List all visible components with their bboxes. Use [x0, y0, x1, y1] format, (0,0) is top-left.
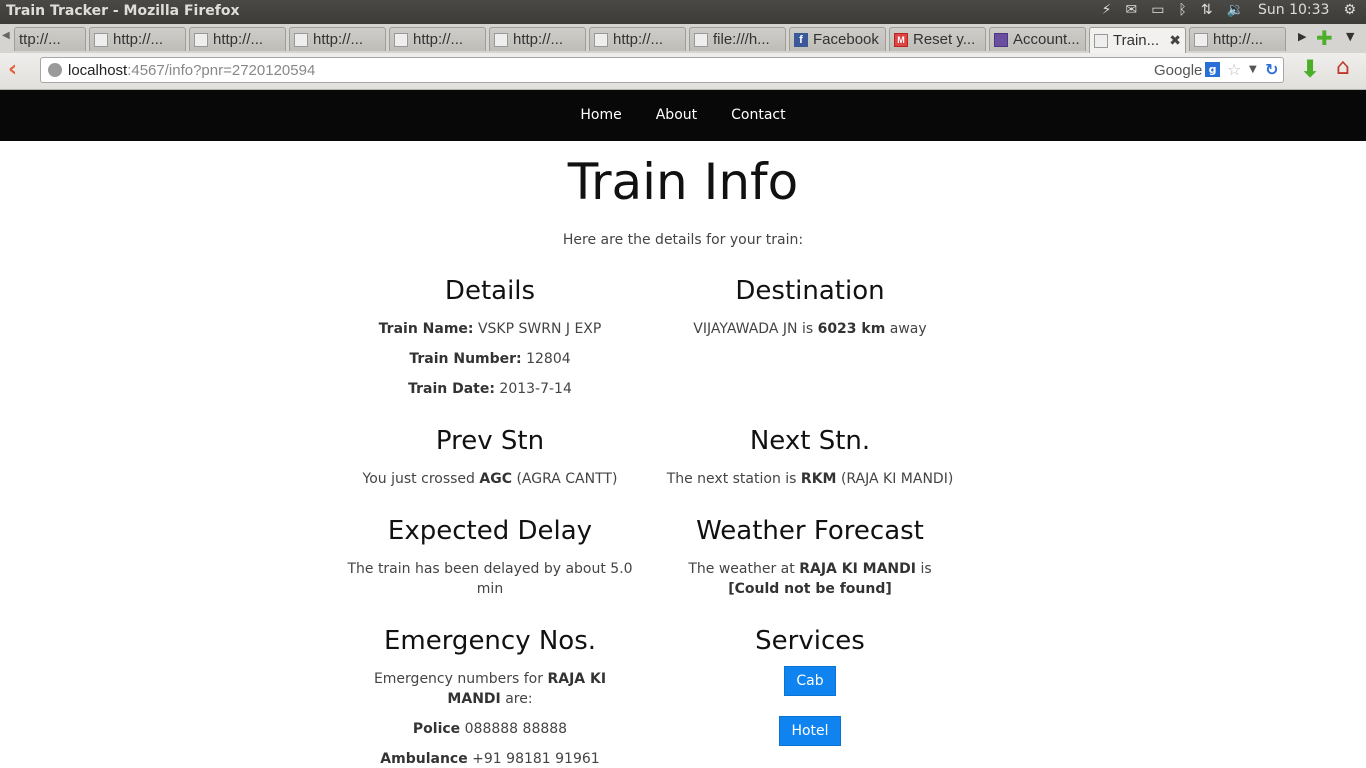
prev-station-heading: Prev Stn — [435, 426, 545, 456]
tab[interactable]: http://... — [489, 27, 586, 51]
window-title: Train Tracker - Mozilla Firefox — [6, 3, 240, 19]
train-date: 2013-7-14 — [499, 381, 572, 397]
battery-icon[interactable]: ▭ — [1151, 2, 1164, 18]
ambulance-row: Ambulance +91 98181 91961 — [380, 751, 600, 767]
page-title: Train Info — [567, 153, 799, 211]
police-row: Police 088888 88888 — [412, 721, 568, 737]
tab-facebook[interactable]: f Facebook — [789, 27, 886, 51]
ambulance-number: +91 98181 91961 — [472, 751, 600, 767]
facebook-icon: f — [794, 32, 808, 47]
tab[interactable]: ttp://... — [14, 27, 86, 51]
destination-text: VIJAYAWADA JN is 6023 km away — [693, 321, 927, 337]
tab-gmail[interactable]: M Reset y... — [889, 27, 986, 51]
tab-bar: ◀ ttp://... http://... http://... http:/… — [0, 24, 1366, 54]
os-top-bar: Train Tracker - Mozilla Firefox ⚡ ✉ ▭ ᛒ … — [0, 0, 1366, 24]
list-all-tabs-icon[interactable]: ▼ — [1346, 30, 1354, 43]
tab-train-tracker[interactable]: Train... ✖ — [1089, 27, 1186, 53]
services-heading: Services — [755, 626, 865, 656]
reload-icon[interactable]: ↻ — [1265, 60, 1278, 79]
prev-station-text: You just crossed AGC (AGRA CANTT) — [362, 471, 618, 487]
page-icon — [94, 32, 108, 47]
tab[interactable]: http://... — [89, 27, 186, 51]
details-heading: Details — [444, 276, 536, 306]
scroll-tabs-left-icon[interactable]: ◀ — [2, 30, 10, 41]
google-icon[interactable]: g — [1205, 62, 1220, 77]
details-section: Details Train Name: VSKP SWRN J EXP Trai… — [345, 276, 635, 399]
hotel-button[interactable]: Hotel — [779, 716, 841, 746]
gear-icon[interactable]: ⚙ — [1343, 2, 1356, 18]
tab[interactable]: http://... — [289, 27, 386, 51]
page-icon — [494, 32, 508, 47]
system-tray: ⚡ ✉ ▭ ᛒ ⇅ 🔉 Sun 10:33 ⚙ — [1102, 2, 1356, 18]
train-number-row: Train Number: 12804 — [409, 351, 571, 367]
destination-section: Destination VIJAYAWADA JN is 6023 km awa… — [665, 276, 955, 339]
address-bar[interactable]: localhost:4567/info?pnr=2720120594 Googl… — [40, 57, 1284, 83]
tab-account[interactable]: Account... — [989, 27, 1086, 51]
tab[interactable]: file:///h... — [689, 27, 786, 51]
train-number: 12804 — [526, 351, 571, 367]
intro-text: Here are the details for your train: — [562, 232, 804, 248]
volume-icon[interactable]: 🔉 — [1227, 2, 1244, 18]
emergency-section: Emergency Nos. Emergency numbers for RAJ… — [345, 626, 635, 768]
bluetooth-icon[interactable]: ᛒ — [1178, 2, 1186, 18]
page-icon — [394, 32, 408, 47]
navigation-toolbar: ‹ localhost:4567/info?pnr=2720120594 Goo… — [0, 53, 1366, 90]
tab[interactable]: http://... — [189, 27, 286, 51]
nav-about-link[interactable]: About — [639, 90, 714, 140]
search-engine-label[interactable]: Google — [1154, 62, 1202, 79]
next-station-text: The next station is RKM (RAJA KI MANDI) — [666, 471, 954, 487]
tab[interactable]: http://... — [389, 27, 486, 51]
train-name: VSKP SWRN J EXP — [477, 321, 602, 337]
emergency-text: Emergency numbers for RAJA KI MANDI are: — [373, 671, 607, 707]
nav-contact-link[interactable]: Contact — [714, 90, 802, 140]
weather-text: The weather at RAJA KI MANDI is [Could n… — [688, 561, 932, 597]
site-navbar: Home About Contact — [0, 90, 1366, 141]
tab[interactable]: http://... — [1189, 27, 1286, 51]
download-arrow-icon[interactable]: ⬇ — [1300, 55, 1320, 83]
close-tab-icon[interactable]: ✖ — [1169, 32, 1181, 49]
weather-heading: Weather Forecast — [696, 516, 924, 546]
cab-button[interactable]: Cab — [784, 666, 836, 696]
delay-heading: Expected Delay — [387, 516, 593, 546]
page-icon — [1194, 32, 1208, 47]
new-tab-plus-icon[interactable]: ✚ — [1316, 26, 1333, 50]
delay-text: The train has been delayed by about 5.0 … — [347, 561, 633, 597]
scroll-tabs-right-icon[interactable]: ▶ — [1298, 30, 1306, 43]
page-icon — [694, 32, 708, 47]
emergency-heading: Emergency Nos. — [383, 626, 597, 656]
train-name-row: Train Name: VSKP SWRN J EXP — [378, 321, 602, 337]
page-icon — [194, 32, 208, 47]
page-icon — [1094, 33, 1108, 48]
tab[interactable]: http://... — [589, 27, 686, 51]
next-station-section: Next Stn. The next station is RKM (RAJA … — [665, 426, 955, 489]
account-icon — [994, 32, 1008, 47]
url-text[interactable]: localhost:4567/info?pnr=2720120594 — [68, 62, 315, 79]
services-section: Services Cab Hotel — [665, 626, 955, 746]
bookmark-star-icon[interactable]: ☆ — [1227, 60, 1241, 79]
prev-station-section: Prev Stn You just crossed AGC (AGRA CANT… — [345, 426, 635, 489]
delay-section: Expected Delay The train has been delaye… — [345, 516, 635, 599]
back-arrow-icon[interactable]: ‹ — [8, 57, 17, 82]
clock[interactable]: Sun 10:33 — [1258, 2, 1329, 18]
police-number: 088888 88888 — [464, 721, 568, 737]
mail-icon[interactable]: ✉ — [1125, 2, 1137, 18]
network-icon[interactable]: ⇅ — [1201, 2, 1213, 18]
train-date-row: Train Date: 2013-7-14 — [408, 381, 572, 397]
home-icon[interactable]: ⌂ — [1336, 55, 1350, 80]
tab-strip: ttp://... http://... http://... http://.… — [14, 27, 1289, 53]
weather-section: Weather Forecast The weather at RAJA KI … — [665, 516, 955, 599]
page-icon — [594, 32, 608, 47]
globe-icon — [48, 63, 62, 77]
page-icon — [294, 32, 308, 47]
next-station-heading: Next Stn. — [749, 426, 871, 456]
chevron-down-icon[interactable]: ▼ — [1249, 64, 1257, 75]
power-icon[interactable]: ⚡ — [1102, 2, 1112, 18]
nav-home-link[interactable]: Home — [563, 90, 638, 140]
gmail-icon: M — [894, 32, 908, 47]
destination-heading: Destination — [735, 276, 885, 306]
